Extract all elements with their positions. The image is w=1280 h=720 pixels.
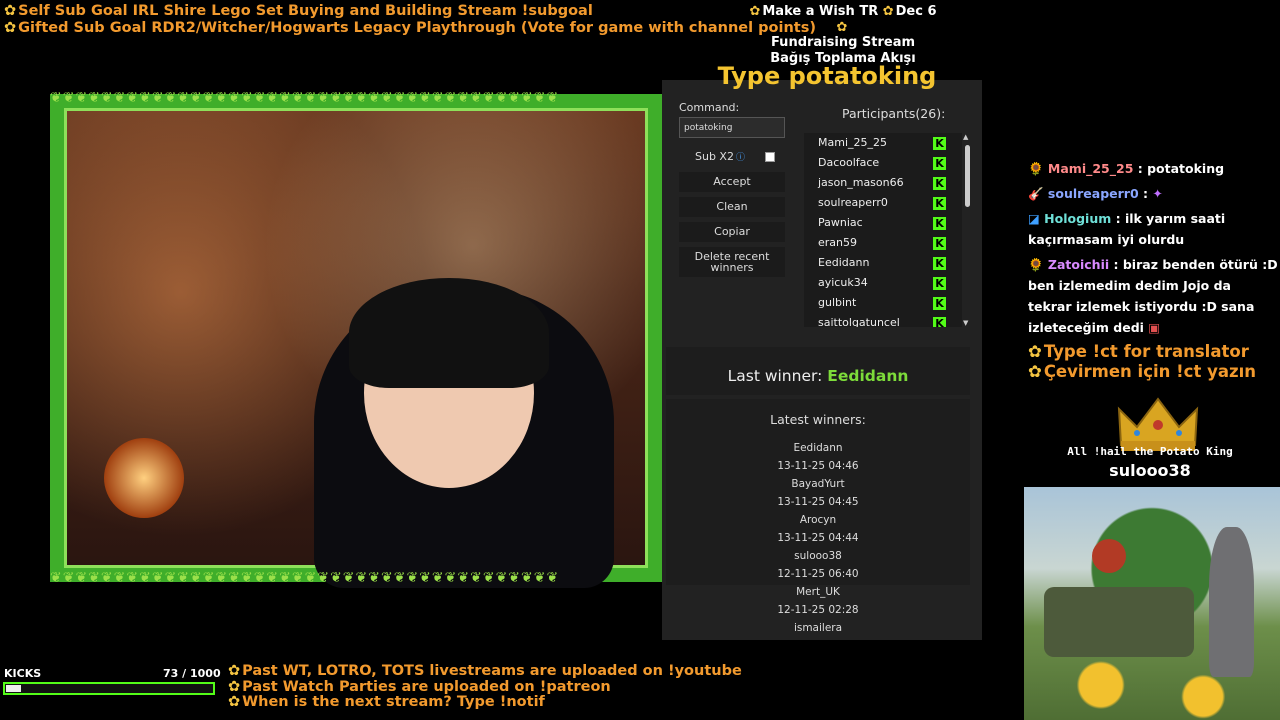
badge-icon: 🌻	[1028, 257, 1048, 272]
kick-icon: K	[933, 197, 946, 210]
winner-name: Eedidann	[793, 442, 843, 454]
shire-artwork	[1024, 487, 1280, 720]
giveaway-title: Type potatoking	[717, 62, 937, 90]
wish-banner: ✿ Make a Wish TR ✿ Dec 6 ✿ Fundraising Str…	[749, 4, 937, 66]
chat-message: 🌻 Mami_25_25 : potatoking	[1028, 161, 1225, 176]
winner-name: ismailera	[793, 622, 843, 634]
copy-participants-button[interactable]: Copiar participantes	[679, 222, 785, 258]
command-input[interactable]: potatoking	[679, 117, 785, 138]
sunflower-icon: ✿	[1028, 362, 1042, 381]
participants-list: Mami_25_25 K Dacoolface K jason_mason66 K s…	[804, 133, 962, 327]
chat-panel: 🌻 Mami_25_25 : potatoking 🎸 soulreaperr0…	[1028, 158, 1278, 382]
subx2-checkbox[interactable]	[765, 152, 775, 162]
latest-winners-list: Eedidann 13-11-25 04:46 BayadYurt 13-11-…	[666, 439, 970, 637]
goals-overlay: ✿ Self Sub Goal IRL Shire Lego Set Buying…	[4, 3, 816, 37]
latest-winners-title: Latest winners:	[770, 412, 866, 427]
sunflower-icon: ✿	[836, 19, 848, 35]
streamer-hair	[349, 278, 549, 388]
participant-row[interactable]: soulreaperr0 K	[804, 193, 962, 213]
kick-icon: K	[933, 177, 946, 190]
info-icon[interactable]: ⓘ	[736, 153, 745, 163]
webcam-feed: ❦❦❦❦❦❦❦❦❦❦❦❦❦❦❦❦❦❦❦❦❦❦❦❦❦❦❦❦❦❦❦❦❦❦❦❦❦❦❦❦…	[50, 90, 662, 588]
note-line: ✿ Past Watch Parties are uploaded on !pat…	[228, 678, 611, 695]
winner-name: Mert_UK	[796, 586, 840, 598]
lamp-glow	[104, 438, 184, 518]
participant-row[interactable]: ayicuk34 K	[804, 273, 962, 293]
sunflower-icon: ✿	[228, 694, 241, 710]
winner-name: BayadYurt	[791, 478, 845, 490]
participant-row[interactable]: eran59 K	[804, 233, 962, 253]
participant-row[interactable]: Dacoolface K	[804, 153, 962, 173]
participant-row[interactable]: jason_mason66 K	[804, 173, 962, 193]
kick-icon: K	[933, 297, 946, 310]
subx2-option: Sub X2 ⓘ	[695, 150, 745, 163]
winner-name: sulooo38	[794, 550, 842, 562]
delete-recent-winners-button[interactable]: Delete recent winners	[679, 247, 785, 277]
participant-row[interactable]: Pawniac K	[804, 213, 962, 233]
kicks-progress-fill	[6, 685, 21, 692]
winner-time: 12-11-25 02:28	[777, 604, 859, 616]
badge-icon: ◪	[1028, 211, 1045, 226]
scroll-down-icon[interactable]: ▼	[963, 319, 968, 327]
scroll-up-icon[interactable]: ▲	[963, 133, 968, 141]
chat-message: ◪ Hologium : ilk yarım saati kaçırmasam …	[1028, 211, 1226, 247]
wizard-illustration	[1209, 527, 1254, 677]
sunflower-icon: ✿	[882, 4, 894, 19]
kick-icon: K	[933, 217, 946, 230]
winner-time: 13-11-25 04:46	[777, 460, 859, 472]
sunflower-icon: ✿	[4, 20, 17, 36]
sunflower-icon: ✿	[228, 678, 241, 695]
king-name: sulooo38	[1109, 461, 1191, 480]
chat-message: 🌻 Zatoichii : biraz benden ötürü :D ben …	[1028, 257, 1278, 335]
king-caption: All !hail the Potato King	[1067, 445, 1233, 458]
sunflower-icon: ✿	[4, 3, 17, 19]
chat-message: 🎸 soulreaperr0 : ✦	[1028, 186, 1163, 201]
emote-icon: ✦	[1152, 186, 1163, 201]
sunflower-icon: ✿	[749, 4, 761, 19]
leaf-frame	[50, 94, 662, 588]
accept-button[interactable]: Accept	[679, 172, 785, 192]
badge-icon: 🎸	[1028, 186, 1048, 201]
bottom-notes: ✿ Past WT, LOTRO, TOTS livestreams are up…	[228, 663, 742, 711]
winner-name: Arocyn	[799, 514, 837, 526]
sunflower-icon: ✿	[1028, 342, 1042, 361]
kick-icon: K	[933, 277, 946, 290]
goal-line: ✿ Gifted Sub Goal RDR2/Witcher/Hogwarts L…	[4, 20, 816, 36]
participants-scrollbar[interactable]: ▲ ▼	[962, 133, 972, 327]
participant-row[interactable]: saittolgatuncel K	[804, 313, 962, 327]
sunflower-icon: ✿	[228, 663, 241, 679]
winner-time: 13-11-25 04:45	[777, 496, 859, 508]
last-winner-box: Last winner: Eedidann	[666, 347, 970, 395]
command-label: Command:	[679, 101, 740, 114]
hobbit-door	[1092, 539, 1126, 573]
kick-icon: K	[933, 317, 946, 327]
scroll-thumb[interactable]	[965, 145, 970, 207]
clean-button[interactable]: Clean	[679, 197, 785, 217]
last-winner-name: Eedidann	[827, 367, 909, 385]
kick-icon: K	[933, 137, 946, 150]
translator-note: ✿ Type !ct for translator	[1028, 342, 1249, 361]
leaf-border-bottom: ❦❦❦❦❦❦❦❦❦❦❦❦❦❦❦❦❦❦❦❦❦❦❦❦❦❦❦❦❦❦❦❦❦❦❦❦❦❦❦❦	[50, 570, 560, 586]
note-line: ✿ Past WT, LOTRO, TOTS livestreams are up…	[228, 663, 742, 679]
participant-row[interactable]: Mami_25_25 K	[804, 133, 962, 153]
winner-time: 13-11-25 04:44	[777, 532, 859, 544]
participants-label: Participants(26):	[842, 106, 946, 121]
emote-icon: ▣	[1148, 320, 1161, 335]
leaf-border-top: ❦❦❦❦❦❦❦❦❦❦❦❦❦❦❦❦❦❦❦❦❦❦❦❦❦❦❦❦❦❦❦❦❦❦❦❦❦❦❦❦	[50, 90, 560, 106]
tank-illustration	[1044, 587, 1194, 657]
kick-icon: K	[933, 257, 946, 270]
kick-icon: K	[933, 157, 946, 170]
winner-time: 12-11-25 06:40	[777, 568, 859, 580]
kicks-progress-bar	[3, 682, 215, 695]
kicks-label: KICKS	[4, 667, 42, 680]
kick-icon: K	[933, 237, 946, 250]
kicks-count: 73 / 1000	[163, 667, 221, 680]
note-line: ✿ When is the next stream? Type !notif	[228, 694, 545, 710]
participant-row[interactable]: gulbint K	[804, 293, 962, 313]
badge-icon: 🌻	[1028, 161, 1048, 176]
translator-note: ✿ Çevirmen için !ct yazın	[1028, 362, 1256, 381]
participant-row[interactable]: Eedidann K	[804, 253, 962, 273]
goal-line: ✿ Self Sub Goal IRL Shire Lego Set Buying…	[4, 3, 593, 19]
